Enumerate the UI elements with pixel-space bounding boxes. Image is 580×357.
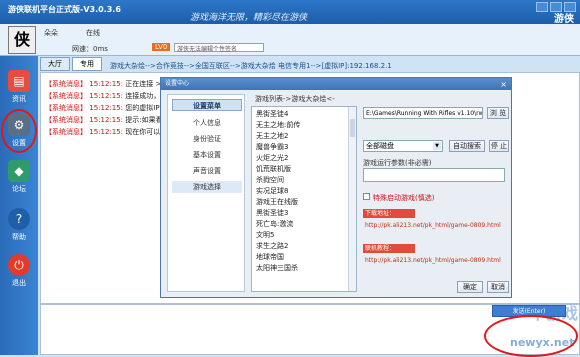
user-panel: 侠 朵朵 在线 网速：0ms LV0 游侠无法编辑个性签名 <box>0 24 580 56</box>
list-item[interactable]: 太阳神三国杀 <box>256 263 298 273</box>
sidebar-item-label: 资讯 <box>12 95 26 103</box>
game-path-input[interactable]: E:\Games\Running With Rifles v1.10\rwr_g <box>363 107 483 119</box>
nav-game-select[interactable]: 游戏选择 <box>172 181 242 193</box>
list-item[interactable]: 饥荒联机版 <box>256 164 291 174</box>
skin-button[interactable] <box>536 2 548 12</box>
network-speed: 网速：0ms <box>72 45 108 53</box>
dialog-title: 设置中心 <box>165 80 190 87</box>
message-tag: 【系统消息】 <box>45 128 87 136</box>
signature-field[interactable]: 游侠无法编辑个性签名 <box>174 43 264 53</box>
message-time: 15:12:15: <box>89 80 124 88</box>
message-time: 15:12:15: <box>89 92 124 100</box>
message-tag: 【系统消息】 <box>45 92 87 100</box>
sidebar-item-exit[interactable]: ⏻ 退出 <box>4 254 34 288</box>
message-time: 15:12:15: <box>89 116 124 124</box>
disk-select[interactable]: 全部磁盘 ▼ <box>363 140 443 152</box>
app-title: 游侠联机平台正式版-V3.0.3.6 <box>8 5 121 14</box>
message-tag: 【系统消息】 <box>45 104 87 112</box>
tutorial-link[interactable]: http://pk.ali213.net/pk_html/game-0809.h… <box>365 257 501 264</box>
message-time: 15:12:15: <box>89 128 124 136</box>
user-name: 朵朵 <box>44 29 58 37</box>
list-item[interactable]: 黑街圣徒4 <box>256 109 288 119</box>
chevron-down-icon: ▼ <box>433 142 441 150</box>
list-item[interactable]: 地球帝国 <box>256 252 284 262</box>
breadcrumb: 游戏大杂烩-->合作竞技-->全国互联区-->游戏大杂烩 电信专用1-->[虚拟… <box>110 62 392 70</box>
nav-header: 设置菜单 <box>172 99 242 111</box>
auto-search-button[interactable]: 自动搜索 <box>449 140 485 152</box>
settings-dialog: 设置中心 × 设置菜单 个人信息 身份验证 基本设置 声音设置 游戏选择 游戏列… <box>160 77 512 298</box>
app-slogan: 游戏海洋无限，精彩尽在游侠 <box>190 13 308 23</box>
message-tag: 【系统消息】 <box>45 116 87 124</box>
level-badge: LV0 <box>152 43 171 51</box>
message-tag: 【系统消息】 <box>45 80 87 88</box>
disk-select-value: 全部磁盘 <box>366 142 394 150</box>
download-link[interactable]: http://pk.ali213.net/pk_html/game-0809.h… <box>365 222 501 229</box>
brand-logo: 游侠 <box>554 14 574 25</box>
params-label: 游戏运行参数(非必需) <box>363 159 432 167</box>
sidebar-item-label: 帮助 <box>12 233 26 241</box>
list-item[interactable]: 无主之地:前传 <box>256 120 300 130</box>
tab-dedicated[interactable]: 专用 <box>72 57 102 71</box>
sidebar-item-news[interactable]: ▤ 资讯 <box>4 70 34 104</box>
download-header: 下载地址： <box>363 209 415 218</box>
ok-button[interactable]: 确定 <box>457 281 483 293</box>
tab-lobby[interactable]: 大厅 <box>40 57 70 71</box>
list-item[interactable]: 魔兽争霸3 <box>256 142 288 152</box>
forum-icon: ◆ <box>8 160 30 182</box>
sidebar: ▤ 资讯 ⚙ 设置 ◆ 论坛 ? 帮助 ⏻ 退出 <box>0 56 38 355</box>
special-launch-checkbox[interactable] <box>363 193 370 200</box>
room-tabs: 大厅 专用 <box>40 57 104 71</box>
list-item[interactable]: 火炬之光2 <box>256 153 288 163</box>
browse-button[interactable]: 浏 览 <box>487 107 509 119</box>
close-icon[interactable]: × <box>500 79 507 91</box>
news-icon: ▤ <box>8 70 30 92</box>
list-item[interactable]: 黑街圣徒3 <box>256 208 288 218</box>
list-item[interactable]: 求生之路2 <box>256 241 288 251</box>
special-launch-label: 特殊启动游戏(慎选) <box>373 194 435 202</box>
params-input[interactable] <box>363 168 505 182</box>
list-item[interactable]: 实况足球8 <box>256 186 288 196</box>
power-icon: ⏻ <box>8 254 30 276</box>
list-item[interactable]: 杀戮空间 <box>256 175 284 185</box>
sidebar-item-help[interactable]: ? 帮助 <box>4 208 34 242</box>
user-status[interactable]: 在线 <box>86 28 100 38</box>
dialog-title-bar: 设置中心 × <box>161 78 511 90</box>
cancel-button[interactable]: 取消 <box>487 281 509 293</box>
game-list-scrollbar[interactable] <box>348 107 356 291</box>
stop-button[interactable]: 停 止 <box>489 140 509 152</box>
list-item[interactable]: 游戏王在线版 <box>256 197 298 207</box>
tutorial-header: 联机教程： <box>363 244 415 253</box>
list-item[interactable]: 死亡岛:激流 <box>256 219 293 229</box>
nav-basic[interactable]: 基本设置 <box>172 149 242 161</box>
sidebar-item-forum[interactable]: ◆ 论坛 <box>4 160 34 194</box>
game-list-caption: 游戏列表->游戏大杂烩<- <box>255 95 335 103</box>
nav-sound[interactable]: 声音设置 <box>172 165 242 177</box>
sidebar-item-label: 论坛 <box>12 185 26 193</box>
nav-personal-info[interactable]: 个人信息 <box>172 117 242 129</box>
highlight-circle-settings <box>1 109 37 153</box>
scroll-thumb[interactable] <box>350 119 355 137</box>
title-bar: 游侠联机平台正式版-V3.0.3.6 游戏海洋无限，精彩尽在游侠 游侠 <box>0 0 580 25</box>
avatar[interactable]: 侠 <box>8 26 36 54</box>
help-icon: ? <box>8 208 30 230</box>
list-item[interactable]: 无主之地2 <box>256 131 288 141</box>
highlight-circle-send <box>484 315 578 357</box>
settings-nav: 设置菜单 个人信息 身份验证 基本设置 声音设置 游戏选择 <box>167 94 245 292</box>
nav-identity[interactable]: 身份验证 <box>172 133 242 145</box>
game-list: 黑街圣徒4 无主之地:前传 无主之地2 魔兽争霸3 火炬之光2 饥荒联机版 杀戮… <box>251 106 357 292</box>
sidebar-item-label: 退出 <box>12 279 26 287</box>
message-time: 15:12:15: <box>89 104 124 112</box>
list-item[interactable]: 文明5 <box>256 230 274 240</box>
